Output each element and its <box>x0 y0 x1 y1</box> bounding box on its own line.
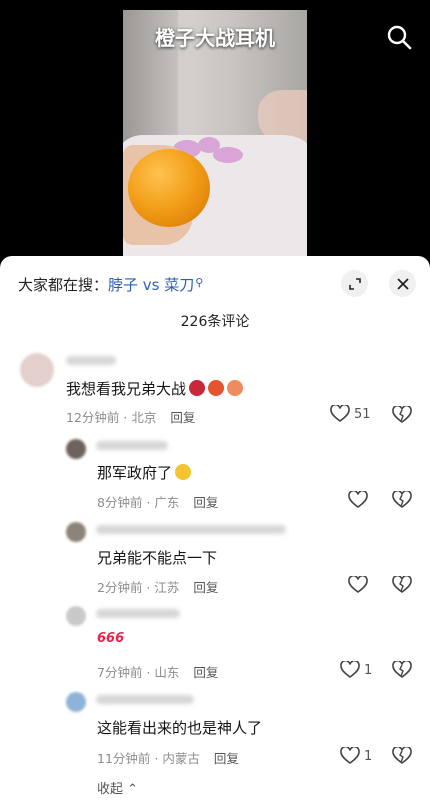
reply-button[interactable]: 回复 <box>193 580 218 595</box>
like-count: 1 <box>364 662 373 678</box>
comment-meta: 12分钟前 · 北京 回复 <box>66 407 195 426</box>
like-button[interactable]: 51 <box>330 405 371 423</box>
comment-text-content: 666 <box>97 631 125 646</box>
video-title: 橙子大战耳机 <box>155 26 275 50</box>
comment-meta: 2分钟前 · 江苏 回复 <box>97 577 218 596</box>
small-search-icon: ⚲ <box>195 276 204 289</box>
broken-heart-icon[interactable] <box>392 489 412 509</box>
comment-text: 我想看我兄弟大战 <box>66 378 244 399</box>
lobster-emoji-icon <box>208 380 225 396</box>
avatar[interactable] <box>20 353 54 387</box>
reply-button[interactable]: 回复 <box>214 751 239 766</box>
collapse-replies-button[interactable]: 收起 ⌃ <box>97 778 138 797</box>
dislike-button[interactable] <box>392 489 412 513</box>
like-count: 51 <box>354 406 371 422</box>
search-icon[interactable] <box>384 22 414 52</box>
collapse-label[interactable]: 收起 <box>97 782 123 797</box>
username-blurred[interactable] <box>96 609 180 618</box>
close-icon[interactable] <box>396 277 410 291</box>
broken-heart-icon[interactable] <box>392 659 412 679</box>
comment-text-content: 这能看出来的也是神人了 <box>97 719 263 737</box>
chevron-up-icon[interactable]: ⌃ <box>127 782 138 797</box>
reply-button[interactable]: 回复 <box>170 410 195 425</box>
video-orange <box>128 149 210 227</box>
avatar[interactable] <box>66 522 86 542</box>
username-blurred[interactable] <box>96 525 286 534</box>
like-button[interactable] <box>348 576 372 594</box>
hot-search-term[interactable]: 脖子 vs 菜刀 <box>108 276 194 294</box>
username-blurred[interactable] <box>96 441 168 450</box>
comment-count: 226条评论 <box>180 314 250 330</box>
comment-meta: 11分钟前 · 内蒙古 回复 <box>97 748 239 767</box>
broken-heart-icon[interactable] <box>392 574 412 594</box>
comment-text: 那军政府了 <box>97 462 192 483</box>
avatar[interactable] <box>66 439 86 459</box>
dislike-button[interactable] <box>392 745 412 769</box>
hot-search-bar: 大家都在搜：脖子 vs 菜刀⚲ <box>18 274 203 295</box>
comment-text: 666 <box>97 631 124 646</box>
dislike-button[interactable] <box>392 659 412 683</box>
comment-text: 这能看出来的也是神人了 <box>97 717 262 738</box>
laughing-emoji-icon <box>175 464 192 480</box>
heart-icon[interactable] <box>330 405 350 423</box>
comment-text-content: 兄弟能不能点一下 <box>97 549 218 567</box>
shrimp-emoji-icon <box>227 380 244 396</box>
comment-time-location: 2分钟前 · 江苏 <box>97 580 180 595</box>
search-button[interactable] <box>384 22 414 52</box>
broken-heart-icon[interactable] <box>392 745 412 765</box>
comment-time-location: 8分钟前 · 广东 <box>97 495 180 510</box>
comment-meta: 7分钟前 · 山东 回复 <box>97 662 218 681</box>
broken-heart-icon[interactable] <box>392 404 412 424</box>
comment-time-location: 7分钟前 · 山东 <box>97 665 180 680</box>
comment-time-location: 11分钟前 · 内蒙古 <box>97 751 200 766</box>
pillow-flower <box>213 147 243 163</box>
comment-time-location: 12分钟前 · 北京 <box>66 410 157 425</box>
reply-button[interactable]: 回复 <box>193 665 218 680</box>
hot-search-term-link[interactable]: 脖子 vs 菜刀⚲ <box>108 276 203 294</box>
comment-text: 兄弟能不能点一下 <box>97 547 217 568</box>
reply-button[interactable]: 回复 <box>193 495 218 510</box>
heart-icon[interactable] <box>340 661 360 679</box>
username-blurred[interactable] <box>96 695 194 704</box>
like-count: 1 <box>364 748 373 764</box>
close-button[interactable] <box>389 270 416 297</box>
heart-icon[interactable] <box>348 491 368 509</box>
comment-sheet: 大家都在搜：脖子 vs 菜刀⚲ 226条评论 我想看我兄弟大战 12分钟前 · … <box>0 256 430 800</box>
octopus-emoji-icon <box>189 380 206 396</box>
like-button[interactable]: 1 <box>340 661 372 679</box>
avatar[interactable] <box>66 692 86 712</box>
comment-text-content: 我想看我兄弟大战 <box>66 380 187 398</box>
comment-text-content: 那军政府了 <box>97 464 173 482</box>
like-button[interactable]: 1 <box>340 747 372 765</box>
like-button[interactable] <box>348 491 372 509</box>
expand-button[interactable] <box>341 270 368 297</box>
avatar[interactable] <box>66 606 86 626</box>
dislike-button[interactable] <box>392 574 412 598</box>
comment-meta: 8分钟前 · 广东 回复 <box>97 492 218 511</box>
heart-icon[interactable] <box>340 747 360 765</box>
hot-search-prefix: 大家都在搜： <box>18 276 109 294</box>
heart-icon[interactable] <box>348 576 368 594</box>
username-blurred[interactable] <box>66 356 116 365</box>
video-area[interactable]: 橙子大战耳机 <box>0 0 430 262</box>
dislike-button[interactable] <box>392 404 412 428</box>
expand-icon[interactable] <box>348 277 362 291</box>
